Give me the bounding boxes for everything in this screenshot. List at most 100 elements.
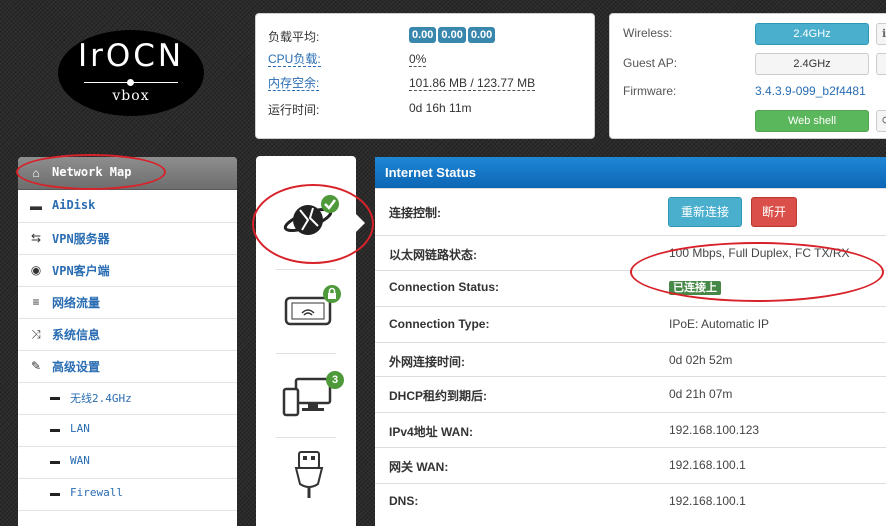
load-average-values: 0.00 0.00 0.00	[409, 27, 497, 43]
sidebar-item-label: 网络流量	[52, 296, 101, 310]
row-key: IPv4地址 WAN:	[389, 425, 474, 439]
panel-title: Internet Status	[385, 165, 477, 180]
sidebar-subitem-label: LAN	[70, 422, 90, 435]
uptime-row: 运行时间: 0d 16h 11m	[256, 96, 584, 120]
row-key: 网关 WAN:	[389, 460, 449, 474]
tab-divider	[276, 353, 336, 354]
cpu-load-link[interactable]: CPU负载:	[268, 53, 321, 67]
row-value: 0d 21h 07m	[669, 387, 733, 401]
web-shell-button[interactable]: Web shell	[755, 110, 869, 132]
firmware-label: Firmware:	[623, 84, 677, 98]
sidebar-subitem-label: WAN	[70, 454, 90, 467]
wan-uptime-row: 外网连接时间: 0d 02h 52m	[375, 342, 886, 375]
load-average-label: 负载平均:	[268, 30, 320, 44]
tab-wireless[interactable]	[284, 285, 344, 331]
logo-brand: IrOCN	[77, 38, 185, 74]
wireless-label: Wireless:	[623, 26, 673, 40]
row-key: Connection Type:	[389, 317, 490, 331]
exchange-icon: ⇆	[30, 231, 42, 245]
tab-divider	[276, 269, 336, 270]
gateway-wan-row: 网关 WAN: 192.168.100.1	[375, 447, 886, 480]
memory-free-link[interactable]: 内存空余:	[268, 77, 320, 91]
row-value: 0d 02h 52m	[669, 353, 733, 367]
globe-icon: ◉	[30, 263, 42, 277]
reconnect-button[interactable]: 重新连接	[668, 197, 742, 227]
usb-icon	[294, 451, 324, 498]
load-badge: 0.00	[467, 27, 496, 43]
dash-icon	[50, 493, 60, 496]
sidebar-subitem-wireless[interactable]: 无线2.4GHz	[18, 382, 237, 415]
memory-free-row: 内存空余: 101.86 MB / 123.77 MB	[256, 72, 584, 96]
sidebar-subitem-wan[interactable]: WAN	[18, 446, 237, 479]
logo-dot	[127, 79, 134, 86]
list-icon: ≡	[32, 295, 40, 309]
row-key: DHCP租约到期后:	[389, 389, 487, 403]
tab-usb[interactable]	[294, 450, 324, 500]
clients-count-badge: 3	[326, 371, 344, 389]
cpu-load-row: CPU负载: 0%	[256, 48, 584, 72]
load-average-row: 负载平均: 0.00 0.00 0.00	[256, 23, 584, 47]
sidebar-item-label: AiDisk	[52, 198, 96, 212]
sidebar-item-vpn-client[interactable]: ◉ VPN客户端	[18, 254, 237, 287]
sidebar-item-aidisk[interactable]: ▬ AiDisk	[18, 190, 237, 223]
memory-free-value: 101.86 MB / 123.77 MB	[409, 76, 536, 91]
system-info-panel: 负载平均: 0.00 0.00 0.00 CPU负载: 0% 内存空余: 101.8…	[255, 13, 595, 139]
tab-divider	[276, 437, 336, 438]
cpu-load-value: 0%	[409, 52, 427, 67]
sidebar-subitem-label: Firewall	[70, 486, 123, 499]
annotation-circle	[630, 242, 884, 302]
wireless-side-button[interactable]: ℹ	[876, 23, 886, 45]
dash-icon	[50, 397, 60, 400]
disk-icon: ▬	[30, 199, 42, 213]
dash-icon	[50, 461, 60, 464]
row-value: 192.168.100.123	[669, 423, 760, 437]
row-key: 连接控制:	[389, 206, 441, 220]
dash-icon	[50, 429, 60, 432]
tab-clients[interactable]: 3	[282, 371, 346, 421]
refresh-icon[interactable]: ⟳	[876, 110, 886, 132]
sidebar-item-traffic[interactable]: ≡ 网络流量	[18, 286, 237, 319]
sidebar-item-label: VPN客户端	[52, 264, 110, 278]
shuffle-icon: ⤨	[31, 327, 41, 341]
sidebar-subitem-lan[interactable]: LAN	[18, 414, 237, 447]
sidebar-nav: ⌂ Network Map ▬ AiDisk ⇆ VPN服务器 ◉ VPN客户端…	[18, 157, 237, 526]
device-panel: Wireless: 2.4GHz ℹ Guest AP: 2.4GHz Firm…	[609, 13, 886, 139]
dns-row: DNS: 192.168.100.1	[375, 483, 886, 516]
sidebar-item-advanced[interactable]: ✎ 高级设置	[18, 350, 237, 383]
row-value: 192.168.100.1	[669, 494, 746, 508]
annotation-circle	[252, 184, 374, 264]
sidebar-item-label: 高级设置	[52, 360, 101, 374]
sidebar-item-label: VPN服务器	[52, 232, 110, 246]
sidebar-subitem-label: 无线2.4GHz	[70, 392, 132, 405]
internet-status-panel: Internet Status 连接控制: 重新连接 断开 以太网链路状态: 1…	[375, 157, 886, 526]
dhcp-lease-row: DHCP租约到期后: 0d 21h 07m	[375, 376, 886, 409]
guest-ap-side-button[interactable]	[876, 53, 886, 75]
sidebar-item-system-info[interactable]: ⤨ 系统信息	[18, 318, 237, 351]
sidebar-item-label: 系统信息	[52, 328, 101, 342]
row-key: 外网连接时间:	[389, 355, 465, 369]
connection-control-row: 连接控制: 重新连接 断开	[375, 188, 886, 233]
row-value: IPoE: Automatic IP	[669, 317, 770, 331]
disconnect-button[interactable]: 断开	[751, 197, 797, 227]
lock-icon	[323, 285, 341, 303]
firmware-version-link[interactable]: 3.4.3.9-099_b2f4481	[755, 84, 866, 98]
load-badge: 0.00	[438, 27, 466, 43]
guest-ap-label: Guest AP:	[623, 56, 678, 70]
guest-ap-24ghz-button[interactable]: 2.4GHz	[755, 53, 869, 75]
ipv4-wan-row: IPv4地址 WAN: 192.168.100.123	[375, 412, 886, 445]
row-key: Connection Status:	[389, 280, 499, 294]
logo-model: vbox	[112, 88, 150, 104]
row-key: DNS:	[389, 494, 419, 508]
router-logo: IrOCN vbox	[58, 30, 204, 116]
uptime-label: 运行时间:	[268, 103, 320, 117]
wrench-icon: ✎	[30, 359, 42, 373]
uptime-value: 0d 16h 11m	[409, 101, 472, 115]
wireless-24ghz-button[interactable]: 2.4GHz	[755, 23, 869, 45]
sidebar-item-vpn-server[interactable]: ⇆ VPN服务器	[18, 222, 237, 255]
load-badge: 0.00	[409, 27, 437, 43]
row-value: 192.168.100.1	[669, 458, 746, 472]
internet-status-header: Internet Status	[375, 157, 886, 188]
connection-type-row: Connection Type: IPoE: Automatic IP	[375, 306, 886, 339]
annotation-circle	[16, 154, 166, 190]
sidebar-subitem-firewall[interactable]: Firewall	[18, 478, 237, 511]
